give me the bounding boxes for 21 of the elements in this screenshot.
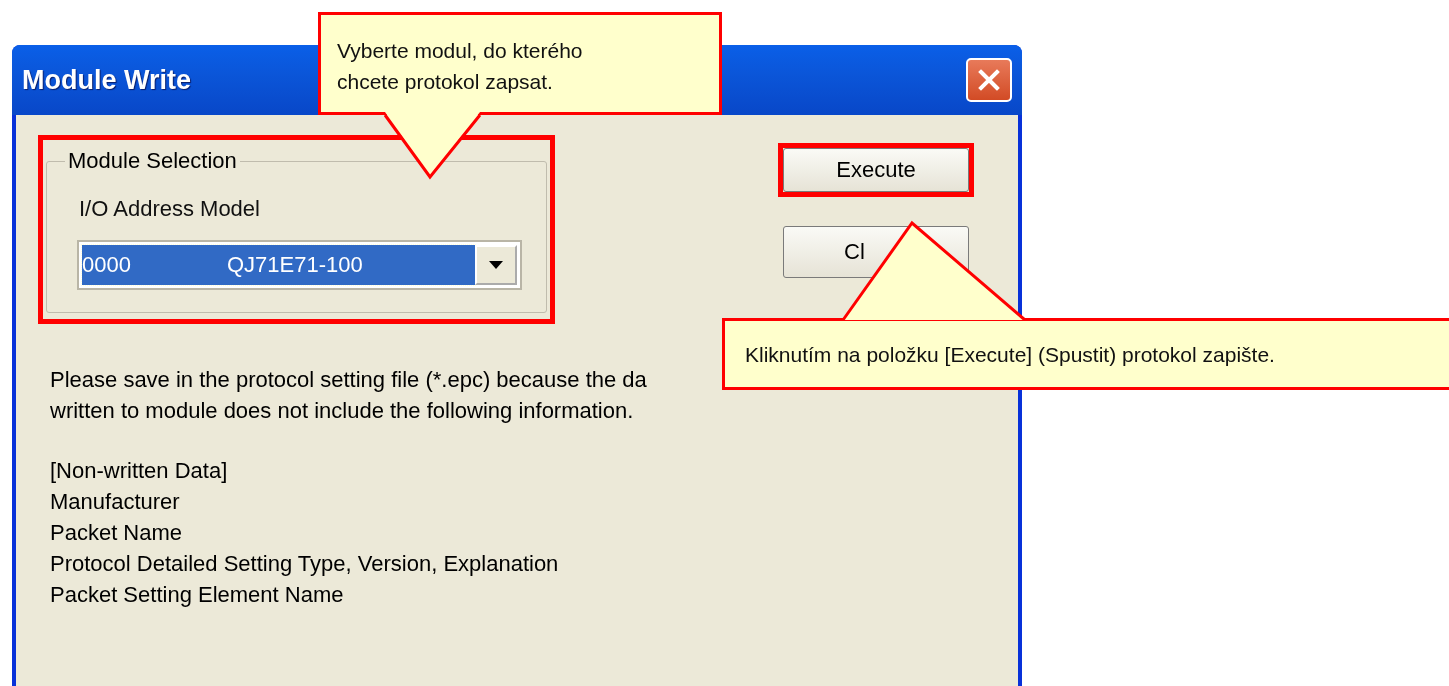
address-value: 0000 [82, 252, 132, 278]
list-item: Manufacturer [50, 488, 181, 516]
close-icon [976, 67, 1002, 93]
list-item: Packet Name [50, 519, 184, 547]
field-label: I/O Address Model [79, 196, 261, 222]
module-dropdown[interactable]: 0000 QJ71E71-100 [77, 240, 522, 290]
dialog-button[interactable]: Execute [783, 148, 969, 192]
callout-text: chcete protokol zapsat. [337, 69, 554, 95]
message-text: Please save in the protocol setting file (*.epc) because the da [50, 366, 648, 394]
caret-icon [489, 261, 503, 269]
list-item: Packet Setting Element Name [50, 581, 345, 609]
model-value: QJ71E71-100 [227, 252, 363, 278]
dropdown-button[interactable] [475, 245, 517, 285]
group-title: Module Selection [67, 148, 238, 174]
window-title: Module Write [22, 64, 191, 96]
message-text: written to module does not include the following information. [50, 397, 635, 425]
callout-text: Kliknutím na položku [Execute] (Spustit) protokol zapište. [745, 341, 1275, 368]
list-heading: [Non-written Data] [50, 457, 229, 485]
callout-text: Vyberte modul, do kterého [337, 38, 584, 64]
close-button[interactable] [966, 58, 1012, 102]
list-item: Protocol Detailed Setting Type, Version, Explanation [50, 550, 560, 578]
